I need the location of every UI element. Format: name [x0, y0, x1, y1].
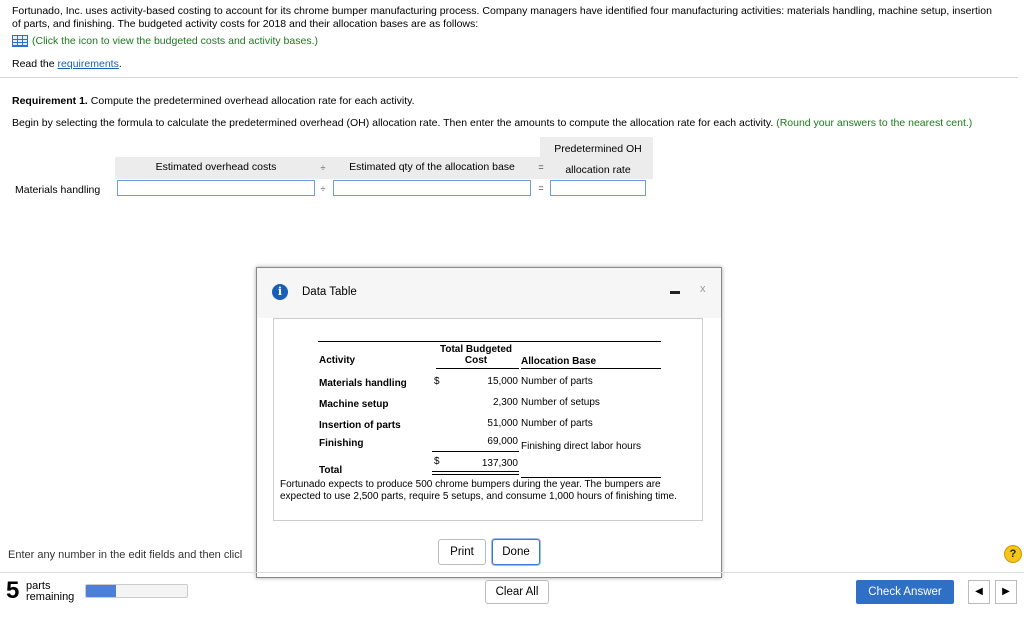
header-allocation-base: Allocation Base	[521, 356, 597, 367]
formula-col-allocation-qty[interactable]: Estimated qty of the allocation base	[333, 161, 531, 173]
table-row-cost: 51,000	[487, 418, 518, 429]
allocation-qty-input[interactable]	[333, 180, 531, 196]
read-suffix: .	[118, 58, 122, 70]
progress-bar	[85, 584, 188, 598]
table-row-base: Number of setups	[521, 397, 600, 408]
view-data-link-text[interactable]: (Click the icon to view the budgeted cos…	[32, 35, 318, 47]
table-row-activity: Finishing	[319, 438, 364, 449]
table-row-activity: Insertion of parts	[319, 420, 401, 431]
overhead-costs-input[interactable]	[117, 180, 315, 196]
previous-arrow-icon[interactable]: ◀	[968, 580, 990, 604]
data-table-dialog: i Data Table x Total Budgeted Cost Activ…	[256, 267, 722, 578]
minimize-icon[interactable]	[670, 291, 680, 294]
subtotal-rule	[432, 451, 519, 452]
row-equals-operator: =	[538, 183, 544, 193]
table-row-base: Finishing direct labor hours	[521, 441, 642, 452]
requirement-heading: Requirement 1. Compute the predetermined…	[12, 95, 415, 107]
row-label-materials-handling: Materials handling	[15, 184, 101, 196]
header-total-cost: Total Budgeted Cost	[436, 344, 516, 366]
equals-operator: =	[538, 162, 544, 172]
problem-intro: Fortunado, Inc. uses activity-based cost…	[12, 5, 992, 30]
header-base-rule	[521, 368, 661, 369]
help-icon[interactable]: ?	[1004, 545, 1022, 563]
formula-col-rate-line2: allocation rate	[565, 164, 631, 176]
divide-operator: ÷	[320, 163, 326, 173]
table-top-rule	[318, 341, 661, 342]
allocation-rate-input[interactable]	[550, 180, 646, 196]
instructions: Begin by selecting the formula to calcul…	[12, 117, 972, 129]
table-icon[interactable]	[12, 35, 28, 47]
total-cost: 137,300	[481, 458, 518, 469]
footer-divider	[0, 572, 1024, 573]
dialog-title: Data Table	[302, 286, 357, 298]
remaining-word: remaining	[26, 591, 75, 603]
print-button[interactable]: Print	[438, 539, 486, 565]
header-cost-rule	[436, 368, 519, 369]
parts-remaining-label: parts remaining	[26, 581, 74, 603]
requirement-text: Compute the predetermined overhead alloc…	[87, 95, 415, 107]
formula-col-overhead-costs[interactable]: Estimated overhead costs	[117, 161, 315, 173]
header-cost-line2: Cost	[464, 355, 488, 366]
total-double-rule-1	[432, 471, 519, 472]
header-cost-line1: Total Budgeted	[439, 344, 513, 355]
table-row-base: Number of parts	[521, 418, 593, 429]
table-row-cost: 2,300	[492, 397, 518, 408]
read-prefix: Read the	[12, 58, 58, 70]
instruction-footer: Enter any number in the edit fields and …	[8, 549, 243, 561]
parts-remaining-count: 5	[6, 577, 20, 604]
next-arrow-icon[interactable]: ▶	[995, 580, 1017, 604]
view-data-link[interactable]: (Click the icon to view the budgeted cos…	[12, 35, 318, 47]
total-double-rule-2	[432, 474, 519, 475]
clear-all-button[interactable]: Clear All	[485, 580, 549, 604]
table-bottom-rule	[521, 477, 661, 478]
rounding-hint: (Round your answers to the nearest cent.…	[776, 117, 973, 129]
total-label: Total	[319, 465, 343, 476]
info-icon: i	[272, 284, 288, 300]
table-row-base: Number of parts	[521, 376, 593, 387]
table-row-activity: Materials handling	[319, 378, 407, 389]
table-row-dollar: $	[434, 376, 440, 387]
close-icon[interactable]: x	[700, 283, 706, 295]
table-row-cost: 69,000	[487, 436, 518, 447]
table-row-activity: Machine setup	[319, 399, 389, 410]
requirements-link[interactable]: requirements	[58, 58, 119, 70]
check-answer-button[interactable]: Check Answer	[856, 580, 954, 604]
header-activity: Activity	[319, 355, 356, 366]
read-requirements: Read the requirements.	[12, 58, 122, 70]
total-dollar-sign: $	[434, 456, 440, 467]
done-button[interactable]: Done	[492, 539, 540, 565]
production-note: Fortunado expects to produce 500 chrome …	[280, 479, 677, 502]
table-row-cost: 15,000	[487, 376, 518, 387]
divider	[0, 77, 1018, 78]
progress-fill	[86, 585, 117, 597]
requirement-label: Requirement 1.	[12, 95, 88, 107]
formula-col-rate-line1: Predetermined OH	[554, 143, 642, 155]
row-divide-operator: ÷	[320, 184, 326, 194]
instructions-text: Begin by selecting the formula to calcul…	[12, 117, 777, 129]
